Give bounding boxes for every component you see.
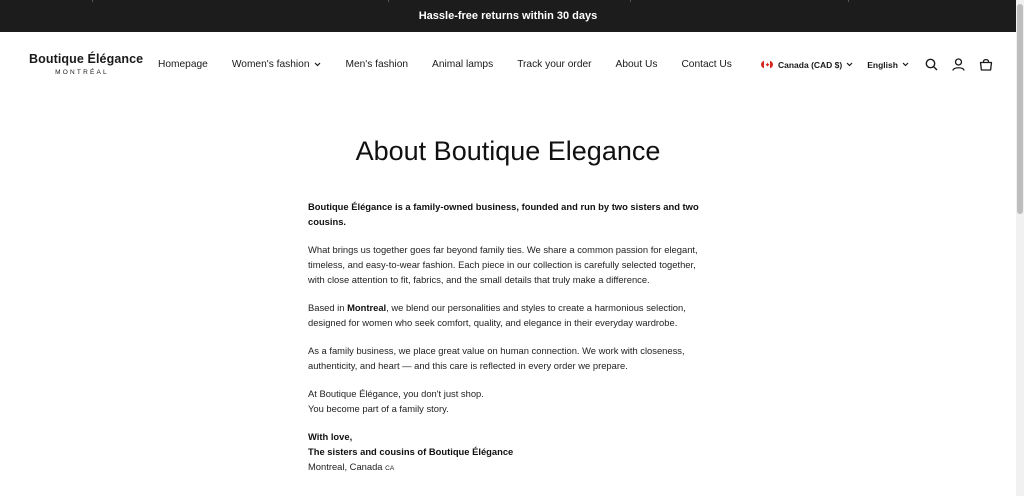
announcement-bar: Hassle-free returns within 30 days — [0, 0, 1016, 32]
nav-label: Animal lamps — [432, 59, 494, 70]
paragraph-2: Based in Montreal, we blend our personal… — [308, 300, 708, 330]
search-icon[interactable] — [925, 58, 938, 71]
location-text: Montreal, Canada — [308, 461, 383, 472]
header-actions: Canada (CAD $) English — [761, 58, 993, 71]
nav-about-us[interactable]: About Us — [616, 59, 658, 70]
bar-divider — [92, 0, 93, 2]
country-label: Canada (CAD $) — [778, 59, 843, 70]
signature: With love, The sisters and cousins of Bo… — [308, 429, 708, 476]
canada-flag-icon — [761, 60, 773, 69]
signature-line: The sisters and cousins of Boutique Élég… — [308, 446, 514, 457]
nav-womens-fashion[interactable]: Women's fashion — [232, 59, 322, 70]
intro-paragraph: Boutique Élégance is a family-owned busi… — [308, 199, 708, 229]
paragraph-4: At Boutique Élégance, you don't just sho… — [308, 386, 708, 416]
nav-label: Contact Us — [681, 59, 732, 70]
nav-homepage[interactable]: Homepage — [158, 59, 208, 70]
nav-label: About Us — [615, 59, 658, 70]
language-label: English — [867, 59, 898, 70]
intro-text: Boutique Élégance is a family-owned busi… — [308, 201, 699, 227]
p2-bold: Montreal — [347, 302, 387, 313]
nav-track-order[interactable]: Track your order — [517, 59, 591, 70]
nav-animal-lamps[interactable]: Animal lamps — [432, 59, 493, 70]
country-code: CA — [385, 465, 395, 472]
announcement-text: Hassle-free returns within 30 days — [418, 10, 598, 22]
bar-divider — [848, 0, 849, 2]
logo-city: MONTRÉAL — [55, 69, 109, 76]
chevron-down-icon — [902, 62, 909, 67]
nav-contact-us[interactable]: Contact Us — [681, 59, 731, 70]
site-logo[interactable]: Boutique Élégance MONTRÉAL — [29, 52, 144, 76]
bar-divider — [388, 0, 389, 2]
site-header: Boutique Élégance MONTRÉAL Homepage Wome… — [0, 32, 1016, 98]
nav-label: Men's fashion — [345, 59, 409, 70]
page-title: About Boutique Elegance — [355, 136, 661, 166]
p4-line: At Boutique Élégance, you don't just sho… — [308, 388, 484, 399]
account-icon[interactable] — [952, 58, 965, 71]
page-scrollbar[interactable] — [1016, 0, 1024, 496]
nav-label: Track your order — [517, 59, 592, 70]
logo-name: Boutique Élégance — [29, 52, 144, 66]
language-selector[interactable]: English — [867, 60, 909, 70]
about-text: Boutique Élégance is a family-owned busi… — [308, 199, 708, 489]
nav-label: Women's fashion — [231, 59, 310, 70]
signature-line: With love, — [308, 431, 353, 442]
nav-mens-fashion[interactable]: Men's fashion — [345, 59, 408, 70]
cart-icon[interactable] — [979, 58, 993, 71]
paragraph-1: What brings us together goes far beyond … — [308, 244, 698, 285]
country-selector[interactable]: Canada (CAD $) — [761, 60, 853, 70]
nav-label: Homepage — [158, 59, 208, 70]
chevron-down-icon — [846, 62, 853, 67]
bar-divider — [630, 0, 631, 2]
p2-text: Based in — [308, 302, 348, 313]
chevron-down-icon — [314, 62, 321, 67]
scrollbar-thumb[interactable] — [1017, 4, 1023, 214]
p4-line: You become part of a family story. — [308, 403, 449, 414]
paragraph-3: As a family business, we place great val… — [308, 345, 685, 371]
main-nav: Homepage Women's fashion Men's fashion A… — [158, 59, 732, 70]
